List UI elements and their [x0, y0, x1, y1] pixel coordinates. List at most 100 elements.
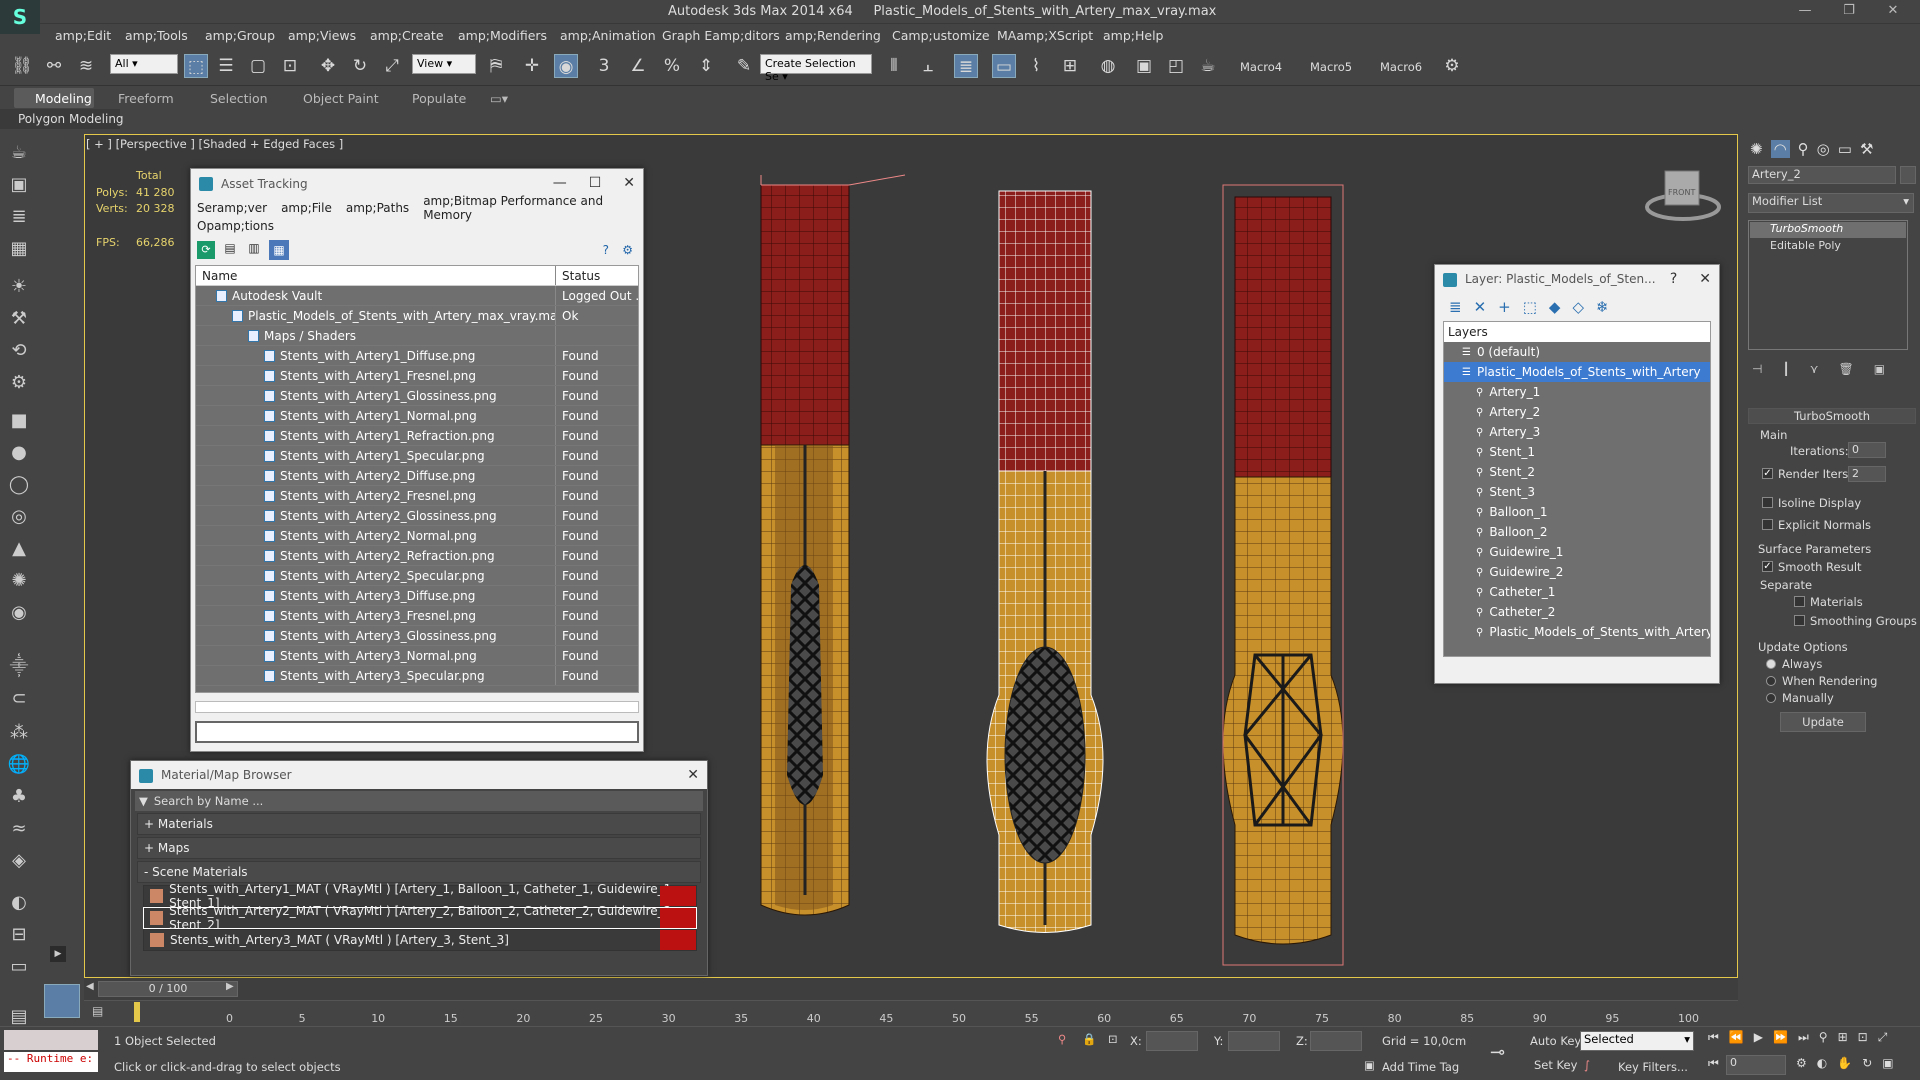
prev-frame-icon[interactable]: ◀	[86, 981, 94, 992]
table-row[interactable]: Stents_with_Artery3_Normal.png Found	[196, 646, 638, 666]
isoline-checkbox[interactable]	[1762, 497, 1773, 508]
set-key-button[interactable]: Set Key	[1534, 1058, 1577, 1072]
remove-modifier-icon[interactable]: 🗑	[1838, 362, 1853, 376]
macro5-button[interactable]: Macro5	[1310, 60, 1352, 74]
always-radio[interactable]	[1766, 659, 1776, 669]
layer-object-row[interactable]: ⚲ Balloon_1	[1444, 502, 1710, 522]
camera-icon[interactable]: ▣	[6, 172, 32, 198]
key-mode-icon[interactable]: ⏮	[1708, 1056, 1719, 1071]
light-icon[interactable]: ☀	[6, 274, 32, 300]
group-maps[interactable]: + Maps	[137, 837, 701, 859]
utilities-tab-icon[interactable]: ⚒	[1860, 140, 1873, 158]
stairs-icon[interactable]: ⸎	[6, 654, 32, 680]
keyboard-shortcut-icon[interactable]: ◉	[554, 54, 578, 78]
close-icon[interactable]: ✕	[1699, 271, 1711, 287]
spinner-snap-icon[interactable]: ⇕	[694, 54, 718, 78]
layers-header[interactable]: Layers	[1444, 322, 1710, 342]
horizontal-scrollbar[interactable]	[195, 701, 639, 713]
artery-3-model[interactable]	[1222, 184, 1344, 966]
y-coord-field[interactable]	[1228, 1031, 1280, 1051]
teapot-icon[interactable]: ☕	[6, 140, 32, 166]
configure-sets-icon[interactable]: ▣	[1874, 362, 1885, 376]
artery-2-model[interactable]	[986, 190, 1104, 933]
table-row[interactable]: Autodesk Vault Logged Out ...	[196, 286, 638, 306]
layer-object-row[interactable]: ⚲ Catheter_1	[1444, 582, 1710, 602]
settings-icon[interactable]: ⚙	[622, 243, 633, 257]
modifier-list-dropdown[interactable]: Modifier List ▾	[1748, 193, 1914, 213]
menu-paths[interactable]: amp;Paths	[346, 201, 409, 215]
menu-tools[interactable]: amp;Tools	[125, 28, 188, 43]
tree-view-icon[interactable]: ▥	[245, 241, 263, 259]
gear-icon[interactable]: ⚙	[1440, 54, 1464, 78]
menu-group[interactable]: amp;Group	[205, 28, 275, 43]
geosphere-icon[interactable]: ◯	[6, 472, 32, 498]
curve-editor-icon[interactable]: ⌇	[1024, 54, 1048, 78]
named-selection-set-dropdown[interactable]: Create Selection Se ▾	[760, 54, 872, 83]
table-row[interactable]: Stents_with_Artery2_Specular.png Found	[196, 566, 638, 586]
update-button[interactable]: Update	[1780, 712, 1866, 732]
unlink-icon[interactable]: ⚯	[42, 54, 66, 78]
make-unique-icon[interactable]: ⋎	[1810, 362, 1819, 376]
table-row[interactable]: Stents_with_Artery2_Refraction.png Found	[196, 546, 638, 566]
close-icon[interactable]: ✕	[1878, 3, 1908, 21]
app-logo-icon[interactable]: S	[0, 0, 40, 34]
rendered-frame-icon[interactable]: ◰	[1164, 54, 1188, 78]
bind-space-warp-icon[interactable]: ≋	[74, 54, 98, 78]
tab-modeling[interactable]: Modeling	[35, 91, 92, 106]
render-setup-icon[interactable]: ▣	[1132, 54, 1156, 78]
table-row[interactable]: Stents_with_Artery3_Diffuse.png Found	[196, 586, 638, 606]
next-frame-icon[interactable]: ▶	[226, 981, 234, 992]
show-end-result-icon[interactable]: ┃	[1782, 362, 1789, 376]
table-row[interactable]: Maps / Shaders	[196, 326, 638, 346]
table-row[interactable]: Stents_with_Artery1_Diffuse.png Found	[196, 346, 638, 366]
maximize-toggle-icon[interactable]: ▣	[1882, 1056, 1893, 1070]
z-coord-field[interactable]	[1310, 1031, 1362, 1051]
maximize-icon[interactable]: ☐	[589, 175, 602, 191]
table-view-icon[interactable]: ▦	[269, 240, 289, 260]
angle-snap-icon[interactable]: ∠	[626, 54, 650, 78]
menu-graph-editors[interactable]: Graph Eamp;ditors	[662, 28, 780, 43]
time-slider[interactable]: 0 / 100 ◀ ▶	[84, 978, 1738, 1000]
plant-icon[interactable]: ♣	[6, 784, 32, 810]
table-row[interactable]: Stents_with_Artery3_Glossiness.png Found	[196, 626, 638, 646]
key-mode-dropdown[interactable]: Selected ▾	[1580, 1031, 1694, 1051]
zoom-icon[interactable]: ⚲	[1819, 1030, 1828, 1045]
menu-help[interactable]: amp;Help	[1103, 28, 1163, 43]
transform-mode-icon[interactable]: ⊡	[1108, 1032, 1118, 1046]
helper-icon[interactable]: ⚒	[6, 306, 32, 332]
move-icon[interactable]: ✥	[316, 54, 340, 78]
tab-object-paint[interactable]: Object Paint	[303, 91, 379, 106]
table-row[interactable]: Stents_with_Artery2_Fresnel.png Found	[196, 486, 638, 506]
close-icon[interactable]: ✕	[623, 175, 635, 191]
window-crossing-icon[interactable]: ⊡	[278, 54, 302, 78]
link-icon[interactable]: ⛓	[10, 54, 34, 78]
motion-tab-icon[interactable]: ◎	[1817, 140, 1830, 158]
mirror-icon[interactable]: ⫴	[882, 54, 906, 78]
material-item[interactable]: Stents_with_Artery2_MAT ( VRayMtl ) [Art…	[143, 904, 697, 932]
edit-named-selection-icon[interactable]: ✎	[732, 54, 756, 78]
turbosmooth-rollout[interactable]: TurboSmooth	[1748, 408, 1916, 424]
object-name-field[interactable]: Artery_2	[1748, 166, 1896, 184]
tab-populate[interactable]: Populate	[412, 91, 466, 106]
zoom-all-icon[interactable]: ⊞	[1838, 1030, 1848, 1045]
time-config-icon[interactable]: ⚙	[1796, 1056, 1807, 1070]
select-object-icon[interactable]: ⬚	[184, 54, 208, 78]
rotate-icon[interactable]: ↻	[348, 54, 372, 78]
highlight-layer-icon[interactable]: ◆	[1549, 298, 1561, 316]
time-tag-icon[interactable]: ▣	[1364, 1058, 1375, 1072]
stack-item-turbosmooth[interactable]: TurboSmooth	[1750, 222, 1906, 238]
menu-rendering[interactable]: amp;Rendering	[785, 28, 881, 43]
help-icon[interactable]: ?	[603, 243, 609, 257]
menu-options[interactable]: Opamp;tions	[197, 219, 274, 233]
torus-icon[interactable]: ◎	[6, 504, 32, 530]
monitor-icon[interactable]: ▭	[6, 954, 32, 980]
hair-icon[interactable]: ≈	[6, 816, 32, 842]
menu-maxscript[interactable]: MAamp;XScript	[997, 28, 1093, 43]
rect-selection-icon[interactable]: ▢	[246, 54, 270, 78]
table-row[interactable]: Stents_with_Artery3_Specular.png Found	[196, 666, 638, 686]
goto-end-icon[interactable]: ⏭	[1798, 1030, 1809, 1045]
table-row[interactable]: Stents_with_Artery2_Diffuse.png Found	[196, 466, 638, 486]
sphere-icon[interactable]: ●	[6, 440, 32, 466]
pan-icon[interactable]: ✋	[1837, 1056, 1852, 1070]
group-scene-materials[interactable]: - Scene Materials	[137, 861, 701, 883]
